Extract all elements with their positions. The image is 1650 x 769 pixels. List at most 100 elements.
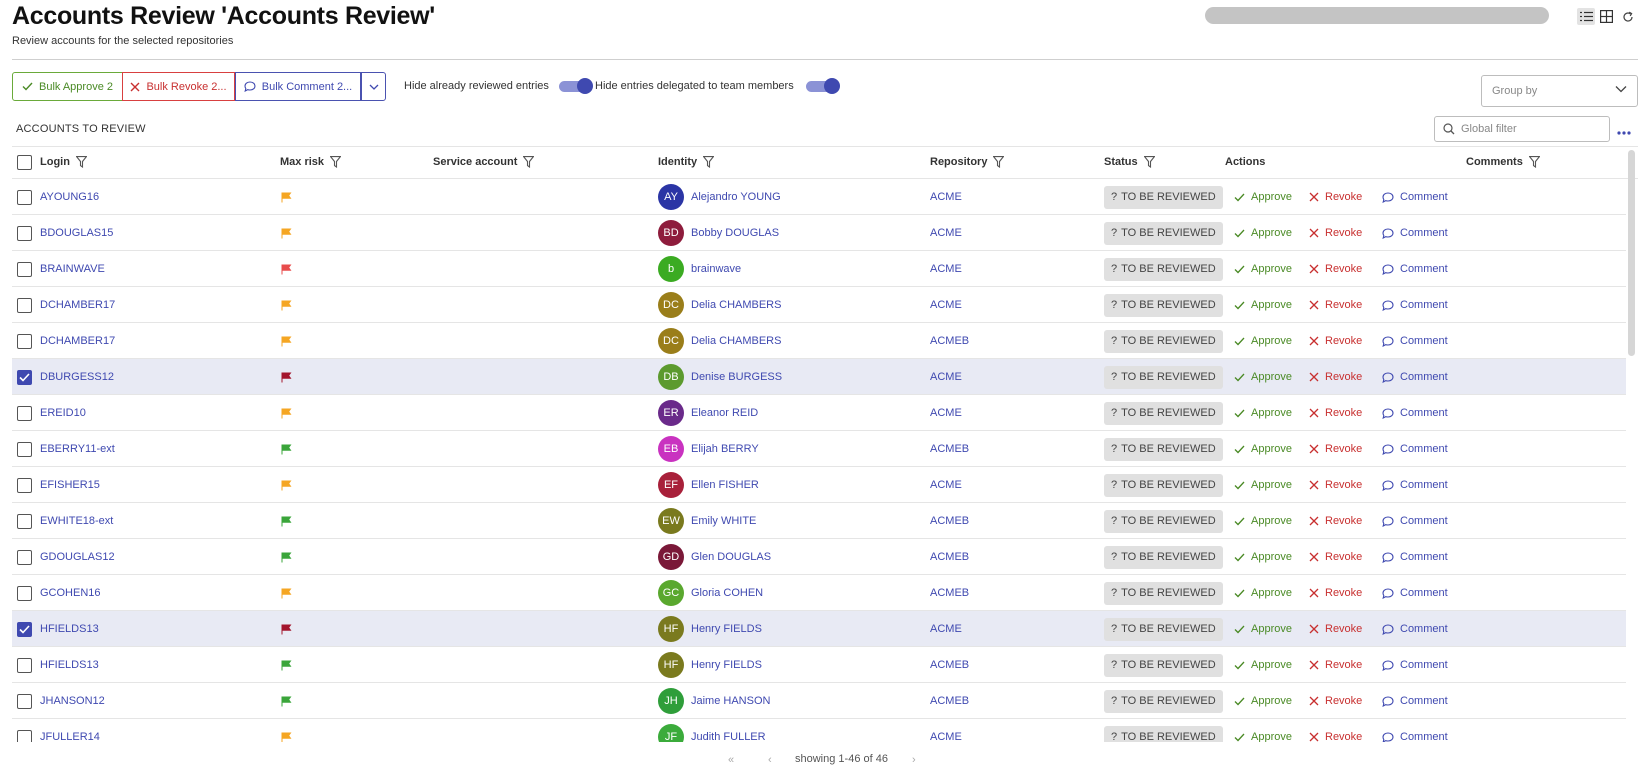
identity-link[interactable]: Judith FULLER [691, 731, 766, 742]
column-status[interactable]: Status [1104, 156, 1155, 168]
group-by-select[interactable]: Group by [1481, 75, 1638, 107]
row-checkbox[interactable] [17, 395, 32, 431]
comment-button[interactable]: Comment [1382, 287, 1448, 323]
filter-icon[interactable] [993, 156, 1005, 168]
column-comments[interactable]: Comments [1466, 156, 1540, 168]
identity-cell[interactable]: GD Glen DOUGLAS [658, 539, 771, 575]
repository-link[interactable]: ACME [930, 251, 962, 287]
approve-button[interactable]: Approve [1234, 287, 1292, 323]
table-row[interactable]: EBERRY11-ext EB Elijah BERRY ACMEB? TO BE RE… [12, 431, 1626, 467]
identity-cell[interactable]: EW Emily WHITE [658, 503, 756, 539]
approve-button[interactable]: Approve [1234, 323, 1292, 359]
approve-button[interactable]: Approve [1234, 503, 1292, 539]
login-link[interactable]: DCHAMBER17 [40, 287, 115, 323]
identity-link[interactable]: Delia CHAMBERS [691, 335, 781, 347]
revoke-button[interactable]: Revoke [1309, 467, 1362, 503]
identity-cell[interactable]: EB Elijah BERRY [658, 431, 759, 467]
row-checkbox[interactable] [17, 575, 32, 611]
comment-button[interactable]: Comment [1382, 467, 1448, 503]
comment-button[interactable]: Comment [1382, 215, 1448, 251]
hide-reviewed-toggle[interactable] [559, 78, 593, 94]
table-row[interactable]: EWHITE18-ext EW Emily WHITE ACMEB? TO BE REV… [12, 503, 1626, 539]
filter-icon[interactable] [703, 156, 715, 168]
identity-cell[interactable]: DB Denise BURGESS [658, 359, 782, 395]
login-link[interactable]: DCHAMBER17 [40, 323, 115, 359]
table-row[interactable]: BRAINWAVE b brainwave ACME? TO BE REVIEWED Ap… [12, 251, 1626, 287]
row-checkbox[interactable] [17, 431, 32, 467]
repository-link[interactable]: ACME [930, 215, 962, 251]
identity-link[interactable]: Alejandro YOUNG [691, 191, 781, 203]
revoke-button[interactable]: Revoke [1309, 683, 1362, 719]
login-link[interactable]: GDOUGLAS12 [40, 539, 115, 575]
table-row[interactable]: DCHAMBER17 DC Delia CHAMBERS ACME? TO BE REV… [12, 287, 1626, 323]
comment-button[interactable]: Comment [1382, 647, 1448, 683]
login-link[interactable]: HFIELDS13 [40, 611, 99, 647]
more-options-icon[interactable] [1617, 124, 1635, 135]
login-link[interactable]: HFIELDS13 [40, 647, 99, 683]
filter-icon[interactable] [330, 156, 342, 168]
table-row[interactable]: DBURGESS12 DB Denise BURGESS ACME? TO BE REV… [12, 359, 1626, 395]
identity-cell[interactable]: JH Jaime HANSON [658, 683, 770, 719]
identity-cell[interactable]: EF Ellen FISHER [658, 467, 759, 503]
comment-button[interactable]: Comment [1382, 323, 1448, 359]
bulk-comment-button[interactable]: Bulk Comment 2... [235, 72, 361, 101]
filter-icon[interactable] [1528, 156, 1540, 168]
approve-button[interactable]: Approve [1234, 431, 1292, 467]
identity-cell[interactable]: HF Henry FIELDS [658, 611, 762, 647]
comment-button[interactable]: Comment [1382, 179, 1448, 215]
table-row[interactable]: EREID10 ER Eleanor REID ACME? TO BE REVIEWED… [12, 395, 1626, 431]
revoke-button[interactable]: Revoke [1309, 395, 1362, 431]
identity-link[interactable]: Henry FIELDS [691, 659, 762, 671]
approve-button[interactable]: Approve [1234, 719, 1292, 742]
row-checkbox[interactable] [17, 683, 32, 719]
approve-button[interactable]: Approve [1234, 395, 1292, 431]
bulk-revoke-button[interactable]: Bulk Revoke 2... [122, 72, 235, 101]
identity-cell[interactable]: JF Judith FULLER [658, 719, 766, 742]
filter-icon[interactable] [75, 156, 87, 168]
column-repository[interactable]: Repository [930, 156, 1005, 168]
comment-button[interactable]: Comment [1382, 719, 1448, 742]
table-scrollbar[interactable] [1628, 150, 1635, 356]
login-link[interactable]: JFULLER14 [40, 719, 100, 742]
row-checkbox[interactable] [17, 503, 32, 539]
repository-link[interactable]: ACMEB [930, 683, 969, 719]
table-row[interactable]: AYOUNG16 AY Alejandro YOUNG ACME? TO BE REVI… [12, 179, 1626, 215]
approve-button[interactable]: Approve [1234, 683, 1292, 719]
table-row[interactable]: EFISHER15 EF Ellen FISHER ACME? TO BE REVIEW… [12, 467, 1626, 503]
repository-link[interactable]: ACME [930, 359, 962, 395]
row-checkbox[interactable] [17, 611, 32, 647]
identity-link[interactable]: Ellen FISHER [691, 479, 759, 491]
identity-link[interactable]: Delia CHAMBERS [691, 299, 781, 311]
row-checkbox[interactable] [17, 647, 32, 683]
revoke-button[interactable]: Revoke [1309, 287, 1362, 323]
repository-link[interactable]: ACMEB [930, 647, 969, 683]
revoke-button[interactable]: Revoke [1309, 539, 1362, 575]
identity-link[interactable]: Elijah BERRY [691, 443, 759, 455]
table-row[interactable]: BDOUGLAS15 BD Bobby DOUGLAS ACME? TO BE REVI… [12, 215, 1626, 251]
comment-button[interactable]: Comment [1382, 359, 1448, 395]
comment-button[interactable]: Comment [1382, 611, 1448, 647]
identity-link[interactable]: Henry FIELDS [691, 623, 762, 635]
comment-button[interactable]: Comment [1382, 395, 1448, 431]
row-checkbox[interactable] [17, 359, 32, 395]
row-checkbox[interactable] [17, 719, 32, 742]
comment-button[interactable]: Comment [1382, 683, 1448, 719]
login-link[interactable]: EREID10 [40, 395, 86, 431]
row-checkbox[interactable] [17, 323, 32, 359]
revoke-button[interactable]: Revoke [1309, 647, 1362, 683]
row-checkbox[interactable] [17, 251, 32, 287]
row-checkbox[interactable] [17, 179, 32, 215]
repository-link[interactable]: ACME [930, 287, 962, 323]
table-row[interactable]: GDOUGLAS12 GD Glen DOUGLAS ACMEB? TO BE REVI… [12, 539, 1626, 575]
revoke-button[interactable]: Revoke [1309, 503, 1362, 539]
table-row[interactable]: JHANSON12 JH Jaime HANSON ACMEB? TO BE REVIE… [12, 683, 1626, 719]
identity-cell[interactable]: HF Henry FIELDS [658, 647, 762, 683]
identity-cell[interactable]: DC Delia CHAMBERS [658, 287, 781, 323]
login-link[interactable]: DBURGESS12 [40, 359, 114, 395]
global-filter-input[interactable] [1461, 123, 1601, 135]
approve-button[interactable]: Approve [1234, 251, 1292, 287]
login-link[interactable]: EWHITE18-ext [40, 503, 113, 539]
repository-link[interactable]: ACME [930, 179, 962, 215]
identity-cell[interactable]: GC Gloria COHEN [658, 575, 763, 611]
identity-link[interactable]: Jaime HANSON [691, 695, 770, 707]
